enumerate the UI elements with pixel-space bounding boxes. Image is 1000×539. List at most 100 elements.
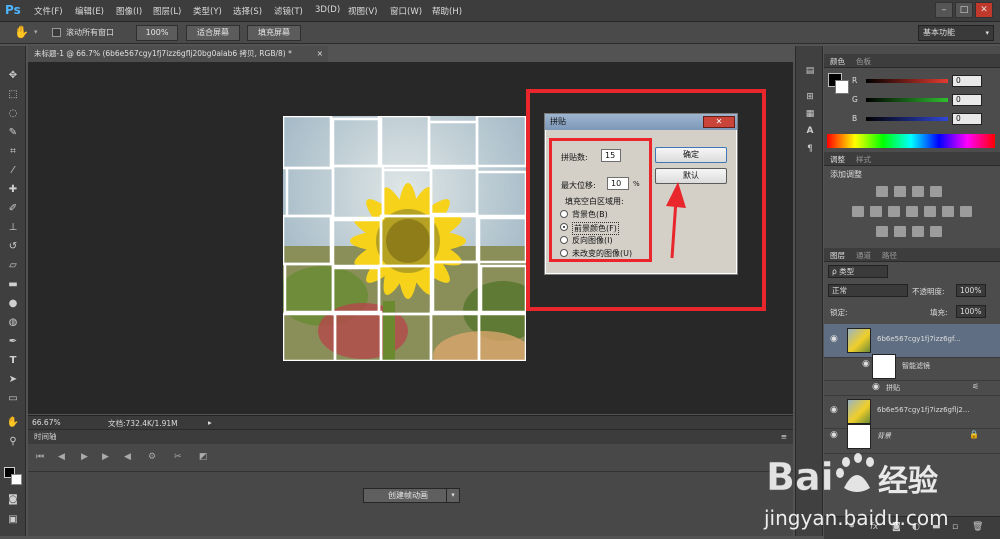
pen-tool-icon[interactable]: ✒ [5,334,21,350]
scroll-all-checkbox[interactable] [52,28,61,37]
dodge-tool-icon[interactable]: ◍ [5,315,21,331]
fill-field[interactable]: 100% [956,305,986,318]
history-brush-tool-icon[interactable]: ↺ [5,239,21,255]
radio-unaltered-image-label[interactable]: 未改变的图像(U) [572,248,632,259]
quick-mask-icon[interactable]: ◙ [5,492,21,508]
clone-stamp-tool-icon[interactable]: ⊥ [5,220,21,236]
zoom-level[interactable]: 66.67% [32,418,61,427]
background-color-swatch[interactable] [11,474,22,485]
minimize-icon[interactable]: – [935,2,953,18]
chevron-down-icon[interactable]: ▾ [446,488,460,503]
actions-icon[interactable]: ⊞ [802,92,818,106]
healing-brush-tool-icon[interactable]: ✚ [5,182,21,198]
close-icon[interactable]: ✕ [975,2,993,18]
audio-icon[interactable]: ◀ [124,452,131,462]
layer-row-smart-filters[interactable]: ◉ 智能滤镜 [824,351,1000,381]
tab-adjustments[interactable]: 调整 [830,154,845,165]
hand-tool-icon[interactable]: ✋ [14,25,29,39]
menu-edit[interactable]: 编辑(E) [75,5,104,17]
paragraph-icon[interactable]: ¶ [802,144,818,158]
first-frame-icon[interactable]: ⏮ [36,452,44,462]
fit-screen-button[interactable]: 适合屏幕 [186,25,240,41]
create-frame-animation-button[interactable]: 创建帧动画 [363,488,453,503]
previous-frame-icon[interactable]: ◀ [58,452,65,462]
gradient-map-icon[interactable] [930,226,942,237]
color-spectrum[interactable] [827,134,995,148]
zoom-100-button[interactable]: 100% [136,25,178,41]
path-select-tool-icon[interactable]: ➤ [5,372,21,388]
posterize-icon[interactable] [894,226,906,237]
next-frame-icon[interactable]: ▶ [102,452,109,462]
radio-unaltered-image[interactable] [560,249,568,257]
green-slider[interactable]: G 0 [824,94,1000,108]
scissors-icon[interactable]: ✂ [174,452,182,462]
menu-view[interactable]: 视图(V) [348,5,377,17]
maximize-icon[interactable]: □ [955,2,973,18]
layer-name[interactable]: 6b6e567cgy1fj7izz6gflj2... [877,406,969,414]
green-value-field[interactable]: 0 [952,94,982,106]
tab-layers[interactable]: 图层 [830,250,845,261]
zoom-tool-icon[interactable]: ⚲ [5,434,21,450]
screen-mode-icon[interactable]: ▣ [5,512,21,528]
blend-mode-select[interactable]: 正常 [828,284,908,297]
eye-icon[interactable]: ◉ [830,334,838,344]
chevron-right-icon[interactable]: ▸ [208,418,212,427]
menu-filter[interactable]: 滤镜(T) [274,5,303,17]
channel-mixer-icon[interactable] [942,206,954,217]
menu-layer[interactable]: 图层(L) [153,5,181,17]
menu-image[interactable]: 图像(I) [116,5,142,17]
color-balance-icon[interactable] [888,206,900,217]
eraser-tool-icon[interactable]: ▱ [5,258,21,274]
layer-row-filter[interactable]: ◉ 拼贴 ⚟ [824,380,1000,396]
chevron-down-icon[interactable]: ▾ [34,28,38,36]
workspace-select[interactable]: 基本功能 ▾ [918,25,994,41]
red-slider[interactable]: R 0 [824,75,1000,89]
hue-saturation-icon[interactable] [870,206,882,217]
marquee-tool-icon[interactable]: ⬚ [5,87,21,103]
blue-value-field[interactable]: 0 [952,113,982,125]
radio-foreground-color[interactable] [560,223,568,231]
transition-icon[interactable]: ◩ [199,452,208,462]
gradient-tool-icon[interactable]: ▬ [5,277,21,293]
blue-slider[interactable]: B 0 [824,113,1000,127]
menu-file[interactable]: 文件(F) [34,5,63,17]
eye-icon[interactable]: ◉ [862,359,870,369]
hand-tool-icon[interactable]: ✋ [5,415,21,431]
radio-background-color[interactable] [560,210,568,218]
panel-menu-icon[interactable]: ≡ [781,430,787,444]
properties-icon[interactable]: ▦ [802,109,818,123]
photo-filter-icon[interactable] [924,206,936,217]
menu-window[interactable]: 窗口(W) [390,5,422,17]
menu-help[interactable]: 帮助(H) [432,5,462,17]
blur-tool-icon[interactable]: ● [5,296,21,312]
black-white-icon[interactable] [906,206,918,217]
character-icon[interactable]: A [802,126,818,140]
quick-select-tool-icon[interactable]: ✎ [5,125,21,141]
red-slider-bar[interactable] [866,79,948,83]
tab-styles[interactable]: 样式 [856,154,871,165]
type-tool-icon[interactable]: T [5,353,21,369]
fill-screen-button[interactable]: 填充屏幕 [247,25,301,41]
radio-inverse-image-label[interactable]: 反向图像(I) [572,235,613,246]
green-slider-bar[interactable] [866,98,948,102]
close-tab-icon[interactable]: × [317,46,323,62]
history-icon[interactable]: ▤ [802,66,818,80]
menu-type[interactable]: 类型(Y) [193,5,222,17]
eyedropper-tool-icon[interactable]: ⁄ [5,163,21,179]
red-value-field[interactable]: 0 [952,75,982,87]
move-tool-icon[interactable]: ✥ [5,68,21,84]
document-tab[interactable]: 未标题-1 @ 66.7% (6b6e567cgy1fj7izz6gflj20b… [28,46,328,62]
play-icon[interactable]: ▶ [81,452,88,462]
opacity-field[interactable]: 100% [956,284,986,297]
threshold-icon[interactable] [912,226,924,237]
tab-paths[interactable]: 路径 [882,250,897,261]
layer-name[interactable]: 背景 [877,431,891,441]
max-offset-input[interactable]: 10 [607,177,629,190]
color-lookup-icon[interactable] [960,206,972,217]
brush-tool-icon[interactable]: ✐ [5,201,21,217]
close-icon[interactable]: ✕ [703,116,735,128]
exposure-icon[interactable] [930,186,942,197]
layer-filter-select[interactable]: ρ 类型 [828,265,888,278]
levels-icon[interactable] [894,186,906,197]
eye-icon[interactable]: ◉ [830,405,838,415]
